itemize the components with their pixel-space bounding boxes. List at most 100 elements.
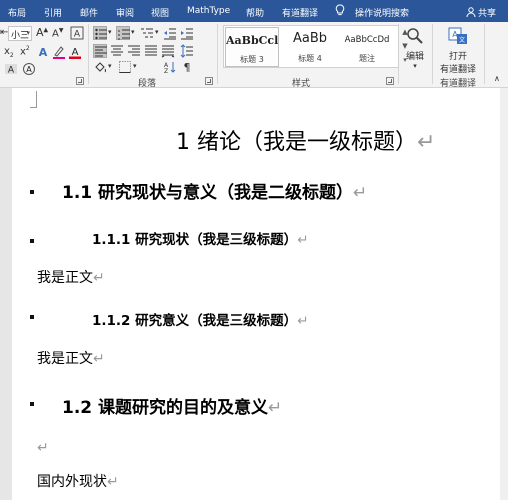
svg-text:A: A [8, 66, 15, 76]
increase-indent-icon [181, 28, 193, 40]
align-right-button[interactable] [127, 44, 141, 58]
sort-icon: AZ [164, 62, 176, 74]
borders-icon [119, 61, 131, 73]
decrease-indent-icon [164, 28, 176, 40]
vertical-scrollbar[interactable] [500, 88, 508, 500]
enclose-char-button[interactable]: A [22, 62, 36, 76]
multilevel-list-button[interactable] [140, 26, 154, 40]
char-shading-button[interactable]: A [4, 62, 18, 76]
highlight-button[interactable] [52, 45, 66, 59]
chevron-down-icon: ▾ [26, 29, 30, 37]
sort-button[interactable]: AZ [163, 60, 177, 74]
ribbon-tab-bar: 布局 引用 邮件 审阅 视图 MathType 帮助 有道翻译 操作说明搜索 共… [0, 0, 508, 22]
paragraph-mark: ↵ [93, 270, 105, 286]
paragraph-mark: ↵ [268, 398, 283, 418]
styles-gallery: AaBbCcl 标题 3 AaBb 标题 4 AaBbCcDd 题注 [223, 25, 399, 68]
heading-3-text: 1.1.2 研究意义（我是三级标题） [92, 313, 298, 329]
numbering-icon [118, 29, 130, 40]
align-left-icon [95, 46, 107, 57]
numbering-button[interactable] [116, 26, 130, 40]
show-marks-button[interactable]: ¶ [180, 60, 194, 74]
styles-dialog-launcher[interactable] [386, 77, 394, 85]
line-spacing-button[interactable] [180, 44, 194, 58]
align-right-icon [128, 45, 140, 56]
heading-2-text: 1.1 研究现状与意义（我是二级标题） [62, 183, 354, 203]
tell-me-search[interactable]: 操作说明搜索 [355, 6, 409, 19]
chevron-down-icon[interactable]: ▾ [155, 28, 159, 36]
tab-mailings[interactable]: 邮件 [80, 6, 98, 19]
person-icon [466, 7, 476, 17]
body-paragraph[interactable]: 我是正文↵ [37, 348, 105, 368]
style-heading-4[interactable]: AaBb 标题 4 [283, 27, 337, 67]
heading-2[interactable]: 1.2 课题研究的目的及意义↵ [62, 393, 282, 418]
youdao-label: 有道翻译 [439, 65, 476, 75]
style-name: 题注 [359, 54, 375, 63]
shading-button[interactable] [93, 60, 107, 74]
body-text: 我是正文 [37, 351, 93, 367]
list-bullet [30, 239, 34, 243]
body-paragraph[interactable]: 我是正文↵ [37, 267, 105, 287]
clear-format-button[interactable]: A [70, 26, 84, 40]
group-separator [432, 24, 433, 84]
share-button[interactable]: 共享 [466, 6, 496, 19]
paragraph-mark: ↵ [37, 440, 49, 456]
paragraph-mark: ↵ [297, 232, 309, 248]
paragraph-mark: ↵ [93, 351, 105, 367]
heading-3[interactable]: 1.1.1 研究现状（我是三级标题）↵ [92, 228, 308, 248]
heading-3[interactable]: 1.1.2 研究意义（我是三级标题）↵ [92, 309, 308, 329]
align-center-icon [111, 45, 123, 56]
style-caption[interactable]: AaBbCcDd 题注 [340, 27, 394, 67]
heading-1-text: 1 绪论（我是一级标题） [176, 130, 417, 155]
heading-3-text: 1.1.1 研究现状（我是三级标题） [92, 232, 298, 248]
tab-youdao[interactable]: 有道翻译 [282, 6, 318, 19]
collapse-ribbon-icon[interactable]: ∧ [494, 74, 500, 83]
heading-1[interactable]: 1 绪论（我是一级标题）↵ [176, 124, 435, 156]
empty-paragraph[interactable]: ↵ [37, 440, 49, 456]
open-youdao-button[interactable]: A文 打开 有道翻译 [436, 26, 480, 75]
align-left-button[interactable] [93, 44, 107, 58]
increase-indent-button[interactable] [180, 26, 194, 40]
tab-layout[interactable]: 布局 [8, 6, 26, 19]
char-shading-icon: A [5, 64, 17, 76]
tab-references[interactable]: 引用 [44, 6, 62, 19]
style-sample: AaBbCcDd [344, 35, 390, 45]
chevron-down-icon[interactable]: ▾ [131, 28, 135, 36]
bullets-button[interactable] [93, 26, 107, 40]
chevron-down-icon[interactable]: ▾ [108, 62, 112, 70]
align-center-button[interactable] [110, 44, 124, 58]
font-dialog-launcher[interactable] [76, 77, 84, 85]
svg-text:¶: ¶ [184, 61, 191, 74]
paragraph-mark: ↵ [353, 183, 368, 203]
tab-mathtype[interactable]: MathType [187, 6, 230, 16]
text-effects-button[interactable]: A [36, 45, 50, 59]
borders-button[interactable] [118, 60, 132, 74]
chevron-down-icon[interactable]: ▾ [108, 28, 112, 36]
decrease-indent-button[interactable] [163, 26, 177, 40]
svg-text:A: A [26, 65, 32, 74]
font-size-combo[interactable]: 小三 ▾ [8, 26, 32, 41]
chevron-down-icon[interactable]: ▾ [133, 62, 137, 70]
body-paragraph[interactable]: 国内外现状↵ [37, 471, 119, 491]
share-label: 共享 [478, 9, 497, 19]
list-bullet [30, 402, 34, 406]
font-color-button[interactable]: A [68, 45, 82, 59]
group-separator [217, 24, 218, 84]
svg-text:A: A [74, 30, 81, 40]
justify-button[interactable] [144, 44, 158, 58]
tab-help[interactable]: 帮助 [246, 6, 264, 19]
tab-view[interactable]: 视图 [151, 6, 169, 19]
subscript-button[interactable]: x2 [4, 46, 14, 59]
font-color-icon: A [69, 47, 81, 59]
superscript-button[interactable]: x2 [20, 45, 30, 57]
style-heading-3[interactable]: AaBbCcl 标题 3 [225, 27, 279, 67]
paragraph-dialog-launcher[interactable] [205, 77, 213, 85]
editing-button[interactable]: 编辑 ▾ [402, 26, 428, 70]
open-label: 打开 [448, 52, 467, 62]
paragraph-mark: ↵ [417, 130, 436, 155]
heading-2[interactable]: 1.1 研究现状与意义（我是二级标题）↵ [62, 178, 367, 203]
tab-review[interactable]: 审阅 [116, 6, 134, 19]
shrink-font-button[interactable]: A▼ [52, 27, 63, 39]
list-bullet [30, 190, 34, 194]
distributed-button[interactable] [161, 44, 175, 58]
grow-font-button[interactable]: A▲ [36, 26, 48, 39]
